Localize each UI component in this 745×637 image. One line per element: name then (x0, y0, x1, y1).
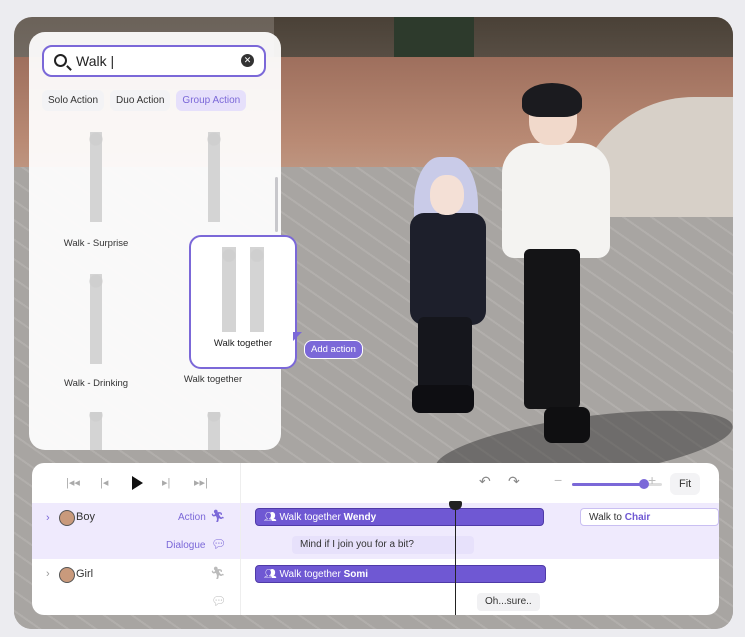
cursor-icon (293, 332, 302, 341)
track-name[interactable]: Boy (76, 511, 95, 523)
zoom-in-icon[interactable]: + (648, 472, 656, 488)
action-clip[interactable]: Walk to Chair (580, 508, 719, 526)
pose-thumbnail (81, 274, 111, 364)
action-run-icon[interactable]: 🏃︎ (210, 509, 225, 523)
action-label: Action (178, 512, 206, 523)
search-icon (54, 54, 67, 67)
dialogue-label: Dialogue (166, 540, 206, 551)
result-card[interactable]: Walk together (168, 374, 258, 385)
result-card[interactable]: Walk - Drinking (51, 274, 141, 389)
popup-label: Walk together (213, 338, 273, 349)
scrollbar[interactable] (275, 177, 278, 232)
zoom-out-icon[interactable]: − (554, 472, 562, 488)
fit-button[interactable]: Fit (670, 473, 701, 495)
step-forward-icon[interactable]: ▸| (162, 476, 170, 489)
boy-character-body[interactable] (502, 143, 610, 258)
play-icon[interactable] (132, 476, 143, 490)
boy-character-shoes (544, 407, 590, 443)
result-card[interactable] (51, 412, 141, 450)
skip-end-icon[interactable]: ▸▸| (194, 476, 208, 489)
track-name[interactable]: Girl (76, 568, 93, 580)
step-back-icon[interactable]: |◂ (100, 476, 108, 489)
girl-character-shoes (412, 385, 474, 413)
tab-solo-action[interactable]: Solo Action (42, 90, 105, 111)
pose-thumbnail (199, 412, 229, 450)
add-action-button[interactable]: Add action (304, 340, 363, 359)
scene-shrub (394, 17, 474, 57)
speech-bubble-icon[interactable]: 💬︎ (211, 594, 226, 608)
skip-start-icon[interactable]: |◂◂ (66, 476, 80, 489)
girl-character-body[interactable] (410, 213, 486, 325)
dialogue-clip[interactable]: Mind if I join you for a bit? (292, 536, 474, 554)
action-type-tabs: Solo Action Duo Action Group Action (42, 90, 247, 111)
action-run-icon[interactable]: 🏃︎ (210, 566, 225, 580)
action-clip[interactable]: 👥︎ Walk together Somi (255, 565, 546, 583)
search-input[interactable]: Walk | ✕ (42, 45, 266, 77)
tab-group-action[interactable]: Group Action (176, 90, 247, 111)
track-divider (240, 463, 241, 615)
zoom-slider-fill (572, 483, 644, 486)
result-label: Walk - Surprise (63, 238, 129, 249)
timeline-panel: |◂◂ |◂ ▸| ▸▸| ↶ ↷ − + Fit › Boy Action 🏃… (32, 463, 719, 615)
action-clip[interactable]: 👥︎ Walk together Wendy (255, 508, 544, 526)
timeline-toolbar: |◂◂ |◂ ▸| ▸▸| ↶ ↷ − + Fit (32, 463, 719, 504)
pose-thumbnail (208, 247, 278, 332)
pose-thumbnail (81, 412, 111, 450)
chevron-right-icon[interactable]: › (46, 512, 50, 524)
action-preview-popup[interactable]: Walk together (189, 235, 297, 369)
redo-icon[interactable]: ↷ (508, 473, 520, 490)
search-value[interactable]: Walk | (76, 53, 114, 69)
girl-character-face (430, 175, 464, 215)
result-card[interactable] (169, 132, 259, 222)
result-label: Walk together (183, 374, 243, 385)
result-label: Walk - Drinking (63, 378, 129, 389)
result-card[interactable]: Walk - Surprise (51, 132, 141, 249)
girl-avatar (59, 567, 75, 583)
tab-duo-action[interactable]: Duo Action (110, 90, 171, 111)
speech-bubble-icon[interactable]: 💬︎ (211, 537, 226, 551)
pose-thumbnail (199, 132, 229, 222)
group-icon: 👥︎ (264, 569, 280, 580)
boy-character-hair (522, 83, 582, 117)
group-icon: 👥︎ (264, 512, 280, 523)
chevron-right-icon[interactable]: › (46, 568, 50, 580)
boy-character-legs (524, 249, 580, 409)
pose-thumbnail (81, 132, 111, 222)
dialogue-clip[interactable]: Oh...sure.. (477, 593, 540, 611)
undo-icon[interactable]: ↶ (479, 473, 491, 490)
boy-avatar (59, 510, 75, 526)
playhead[interactable] (455, 503, 456, 615)
clear-icon[interactable]: ✕ (241, 54, 254, 67)
result-card[interactable] (169, 412, 259, 450)
